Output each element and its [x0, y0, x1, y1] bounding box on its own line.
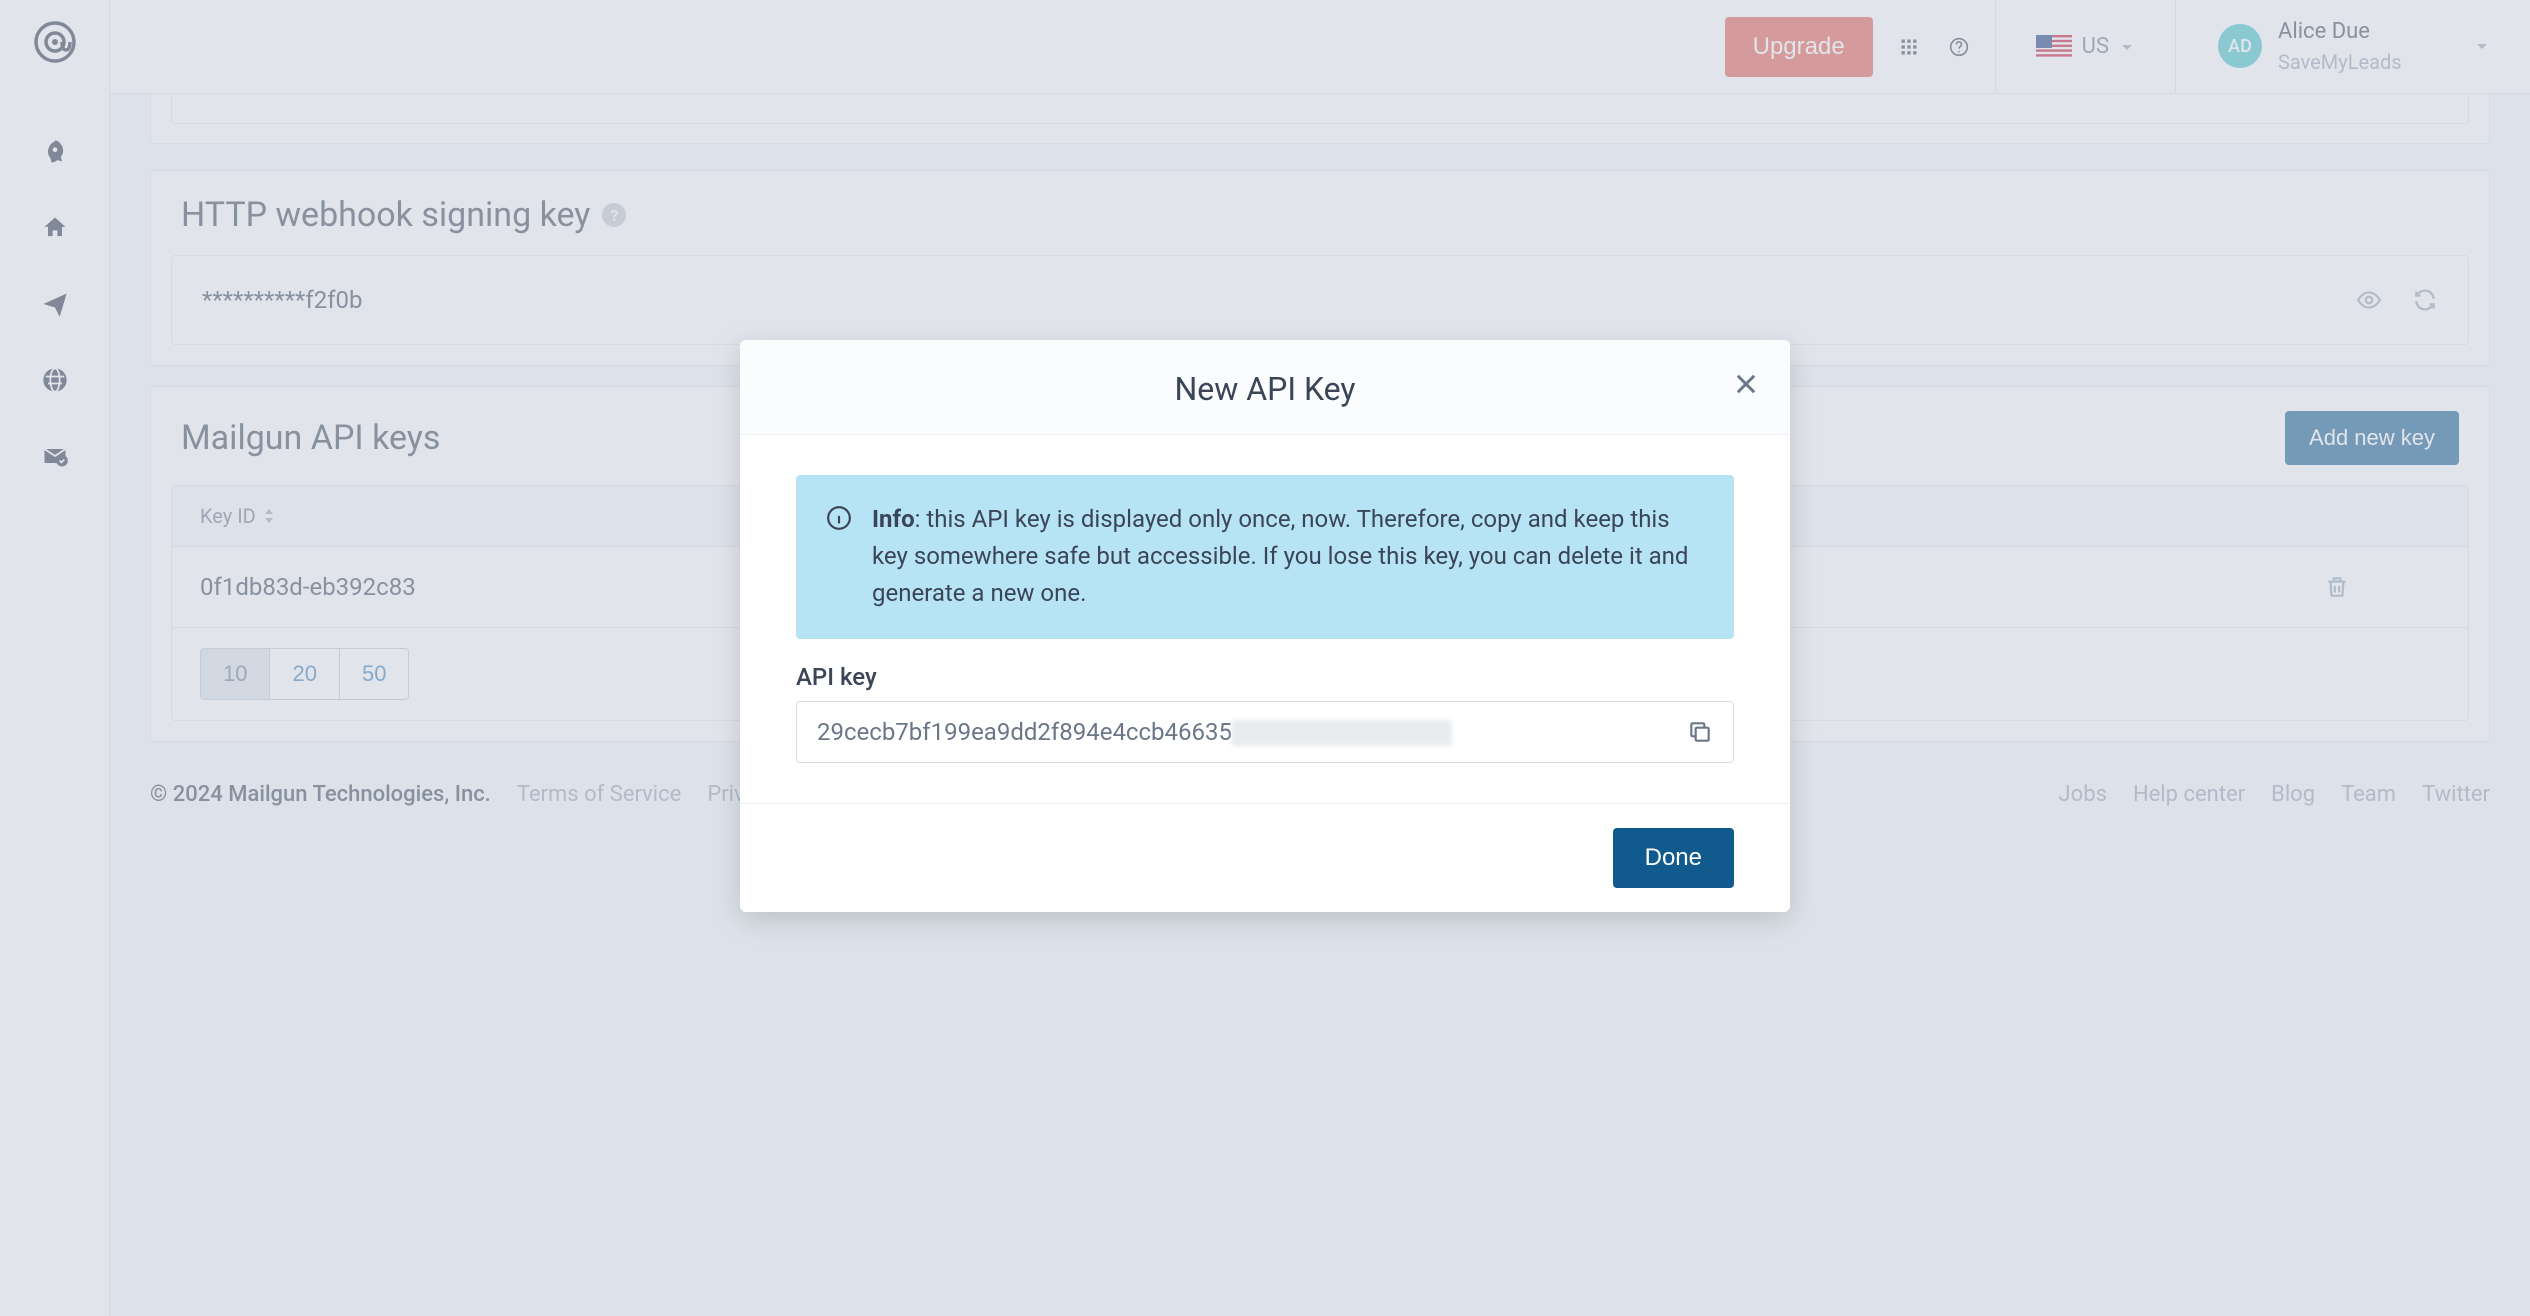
new-api-key-modal: New API Key Info: this API key is displa…: [740, 340, 1790, 912]
done-button[interactable]: Done: [1613, 828, 1734, 888]
close-icon[interactable]: [1732, 370, 1760, 398]
info-bold: Info: [872, 505, 915, 533]
modal-title: New API Key: [780, 370, 1750, 408]
modal-overlay: New API Key Info: this API key is displa…: [0, 0, 2530, 1316]
api-key-redacted: [1232, 720, 1452, 746]
info-callout: Info: this API key is displayed only onc…: [796, 475, 1734, 639]
copy-icon[interactable]: [1687, 719, 1713, 745]
api-key-field: 29cecb7bf199ea9dd2f894e4ccb46635: [796, 701, 1734, 764]
info-icon: [826, 505, 852, 531]
info-text: : this API key is displayed only once, n…: [872, 505, 1688, 607]
api-key-field-label: API key: [796, 663, 1734, 691]
api-key-value: 29cecb7bf199ea9dd2f894e4ccb46635: [817, 718, 1671, 747]
